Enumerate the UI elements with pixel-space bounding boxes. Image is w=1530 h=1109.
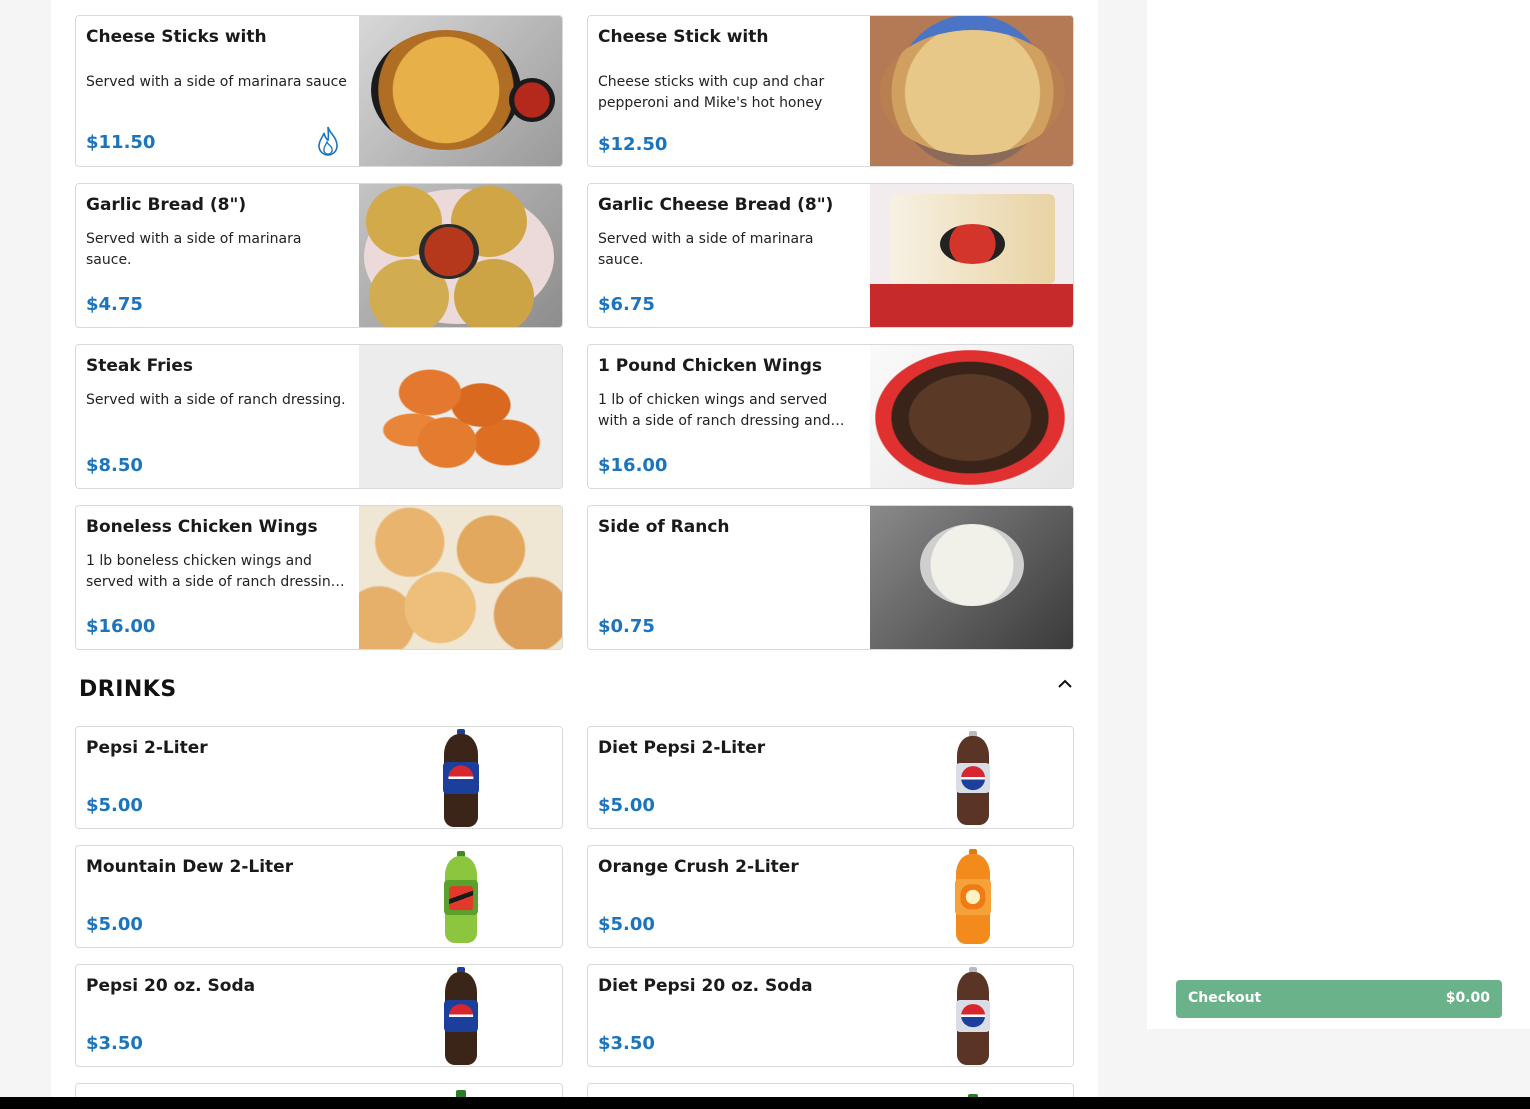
item-price: $5.00 [598, 795, 655, 816]
item-description: 1 lb of chicken wings and served with a … [598, 392, 845, 429]
pepperoni-cheese-sticks-image [870, 16, 1073, 166]
pepsi-bottle-image [441, 965, 481, 1066]
menu-item-card[interactable]: Pepsi 20 oz. Soda $3.50 [75, 964, 563, 1067]
chicken-wings-image [870, 345, 1073, 488]
menu-item-card[interactable]: 1 Pound Chicken Wings 1 lb of chicken wi… [587, 344, 1074, 489]
menu-item-card[interactable]: Cheese Sticks with Jalapeños Served with… [75, 15, 563, 167]
item-price: $5.00 [86, 795, 143, 816]
chevron-up-icon[interactable] [1055, 674, 1075, 694]
item-price: $3.50 [598, 1033, 655, 1054]
item-name: Side of Ranch [598, 517, 730, 537]
flame-icon [318, 126, 338, 156]
item-description: Served with a side of marinara sauce. [598, 231, 814, 268]
garlic-bread-image [359, 184, 562, 327]
item-name: Garlic Cheese Bread (8") [598, 195, 834, 215]
diet-pepsi-bottle-image [953, 727, 993, 828]
item-price: $5.00 [86, 914, 143, 935]
category-title-drinks: DRINKS [79, 677, 177, 702]
cart-total: $0.00 [1445, 990, 1490, 1006]
item-name: 1 Pound Chicken Wings [598, 356, 823, 376]
item-name: Mountain Dew 2-Liter [86, 857, 294, 877]
item-name: Cheese Stick with Pepperoni [598, 27, 769, 47]
menu-item-card[interactable]: Boneless Chicken Wings 1 lb boneless chi… [75, 505, 563, 650]
menu-item-card[interactable]: Garlic Cheese Bread (8") Served with a s… [587, 183, 1074, 328]
steak-fries-image [359, 345, 562, 488]
item-name: Orange Crush 2-Liter [598, 857, 799, 877]
item-price: $5.00 [598, 914, 655, 935]
bottom-bar [0, 1097, 1530, 1109]
item-name: Diet Pepsi 20 oz. Soda [598, 976, 813, 996]
garlic-cheese-bread-image [870, 184, 1073, 327]
item-name: Diet Pepsi 2-Liter [598, 738, 766, 758]
menu-item-card[interactable]: Diet Pepsi 2-Liter $5.00 [587, 726, 1074, 829]
pepsi-bottle-image [441, 727, 481, 828]
boneless-wings-image [359, 506, 562, 649]
item-price: $16.00 [86, 616, 156, 637]
menu-item-card[interactable]: Side of Ranch $0.75 [587, 505, 1074, 650]
item-price: $16.00 [598, 455, 668, 476]
item-price: $3.50 [86, 1033, 143, 1054]
menu-item-card[interactable]: Cheese Stick with Pepperoni Cheese stick… [587, 15, 1074, 167]
cart-panel [1147, 0, 1530, 1029]
item-price: $8.50 [86, 455, 143, 476]
item-name: Cheese Sticks with Jalapeños [86, 27, 267, 47]
item-description: Served with a side of marinara sauce. [86, 231, 302, 268]
item-description: Served with a side of ranch dressing. [86, 392, 346, 408]
item-name: Pepsi 2-Liter [86, 738, 208, 758]
item-price: $12.50 [598, 134, 668, 155]
item-description: Cheese sticks with cup and char pepperon… [598, 74, 825, 111]
menu-item-card[interactable]: Mountain Dew 2-Liter $5.00 [75, 845, 563, 948]
mountain-dew-bottle-image [441, 846, 481, 947]
item-price: $0.75 [598, 616, 655, 637]
item-price: $4.75 [86, 294, 143, 315]
item-name: Boneless Chicken Wings [86, 517, 318, 537]
item-name: Garlic Bread (8") [86, 195, 247, 215]
item-name: Steak Fries [86, 356, 193, 376]
menu-item-card[interactable]: Pepsi 2-Liter $5.00 [75, 726, 563, 829]
jalapeno-cheese-sticks-image [359, 16, 562, 166]
menu-item-card[interactable]: Garlic Bread (8") Served with a side of … [75, 183, 563, 328]
diet-pepsi-bottle-image [953, 965, 993, 1066]
item-name: Pepsi 20 oz. Soda [86, 976, 256, 996]
orange-crush-bottle-image [953, 846, 993, 947]
item-price: $6.75 [598, 294, 655, 315]
menu-item-card[interactable]: Steak Fries Served with a side of ranch … [75, 344, 563, 489]
menu-item-card[interactable]: Diet Pepsi 20 oz. Soda $3.50 [587, 964, 1074, 1067]
item-description: Served with a side of marinara sauce [86, 74, 347, 90]
checkout-button[interactable]: Checkout $0.00 [1176, 980, 1502, 1018]
item-price: $11.50 [86, 132, 156, 153]
item-description: 1 lb boneless chicken wings and served w… [86, 553, 345, 590]
checkout-label: Checkout [1188, 990, 1262, 1006]
menu-item-card[interactable]: Orange Crush 2-Liter $5.00 [587, 845, 1074, 948]
ranch-cup-image [870, 506, 1073, 649]
